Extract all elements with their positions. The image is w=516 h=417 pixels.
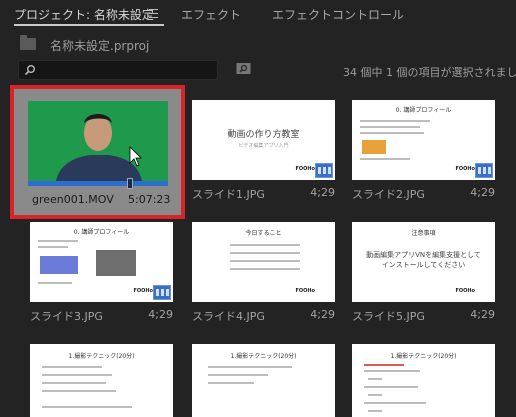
clip-scrub-bar[interactable] [28, 181, 168, 186]
logo: FOOHo [295, 166, 315, 172]
slide-thumbnail-1[interactable]: 動画の作り方教室 ビデオ編集アプリ入門 FOOHo スライド1.JPG 4;29 [192, 100, 335, 201]
clip-duration: 4;29 [310, 308, 335, 321]
slide-image: 動画の作り方教室 ビデオ編集アプリ入門 FOOHo [192, 100, 335, 180]
tab-effect-controls[interactable]: エフェクトコントロール [272, 6, 404, 23]
slide-title: 今日すること [245, 230, 282, 237]
slide-title: 1.撮影テクニック(20分) [230, 353, 297, 360]
clip-duration: 4;29 [310, 186, 335, 199]
clip-thumbnail-green001[interactable]: green001.MOV 5:07:23 [10, 85, 185, 219]
sequence-icon [315, 163, 333, 178]
clip-duration: 4;29 [470, 186, 495, 199]
slide-title: 1.撮影テクニック(20分) [68, 353, 135, 360]
slide-thumbnail-5[interactable]: 注意事項 動画編集アプリVNを編集支援として インストールしてください FOOH… [352, 222, 495, 323]
sequence-icon [153, 285, 171, 300]
presenter-figure-icon [28, 101, 168, 181]
slide-image: 1.撮影テクニック(20分) [192, 344, 335, 417]
project-file-name: 名称未設定.prproj [50, 39, 150, 53]
playhead-handle[interactable] [127, 178, 133, 189]
search-icon [24, 65, 35, 76]
panel-tab-bar: プロジェクト: 名称未設定 エフェクト エフェクトコントロール [0, 0, 516, 28]
logo: FOOHo [133, 288, 153, 294]
slide-thumbnail-4[interactable]: 今日すること FOOHo スライド4.JPG 4;29 [192, 222, 335, 323]
slide-thumbnail-7[interactable]: 1.撮影テクニック(20分) [192, 344, 335, 417]
clip-name: スライド2.JPG [352, 188, 425, 201]
clip-name: スライド1.JPG [192, 188, 265, 201]
slide-title: 動画の作り方教室 [227, 130, 300, 140]
logo: FOOHo [455, 166, 475, 172]
clip-duration: 5:07:23 [128, 193, 171, 206]
slide-thumbnail-2[interactable]: 0. 講師プロフィール FOOHo スライド2.JPG 4;29 [352, 100, 495, 201]
selection-status: 34 個中 1 個の項目が選択されました [343, 66, 516, 79]
search-input[interactable] [18, 60, 218, 80]
tab-effects[interactable]: エフェクト [181, 6, 241, 23]
slide-image: 0. 講師プロフィール FOOHo [352, 100, 495, 180]
slide-title: 1.撮影テクニック(20分) [390, 353, 457, 360]
clip-name: スライド4.JPG [192, 310, 265, 323]
logo: FOOHo [295, 288, 315, 294]
slide-image: 注意事項 動画編集アプリVNを編集支援として インストールしてください FOOH… [352, 222, 495, 302]
slide-thumbnail-3[interactable]: 0. 講師プロフィール FOOHo スライド3.JPG 4;29 [30, 222, 173, 323]
slide-title: 0. 講師プロフィール [395, 107, 452, 114]
slide-body: 動画編集アプリVNを編集支援として インストールしてください [366, 251, 481, 269]
folder-icon[interactable] [20, 35, 36, 50]
sequence-icon [475, 163, 493, 178]
slide-image: 今日すること FOOHo [192, 222, 335, 302]
slide-thumbnail-8[interactable]: 1.撮影テクニック(20分) [352, 344, 495, 417]
find-bin-icon[interactable] [236, 62, 251, 75]
clip-name: green001.MOV [32, 193, 114, 206]
green-screen-video-frame [28, 101, 168, 181]
clip-duration: 4;29 [148, 308, 173, 321]
slide-image: 1.撮影テクニック(20分) [30, 344, 173, 417]
slide-image: 1.撮影テクニック(20分) [352, 344, 495, 417]
tab-project[interactable]: プロジェクト: 名称未設定 [14, 6, 154, 23]
slide-title: 0. 講師プロフィール [73, 229, 130, 236]
clip-name: スライド3.JPG [30, 310, 103, 323]
panel-menu-icon[interactable] [149, 9, 158, 18]
slide-thumbnail-6[interactable]: 1.撮影テクニック(20分) [30, 344, 173, 417]
slide-image: 0. 講師プロフィール FOOHo [30, 222, 173, 302]
clip-name: スライド5.JPG [352, 310, 425, 323]
clip-duration: 4;29 [470, 308, 495, 321]
slide-subtitle: ビデオ編集アプリ入門 [238, 143, 289, 149]
slide-title: 注意事項 [411, 230, 436, 237]
logo: FOOHo [455, 288, 475, 294]
tab-active-underline [14, 24, 164, 26]
